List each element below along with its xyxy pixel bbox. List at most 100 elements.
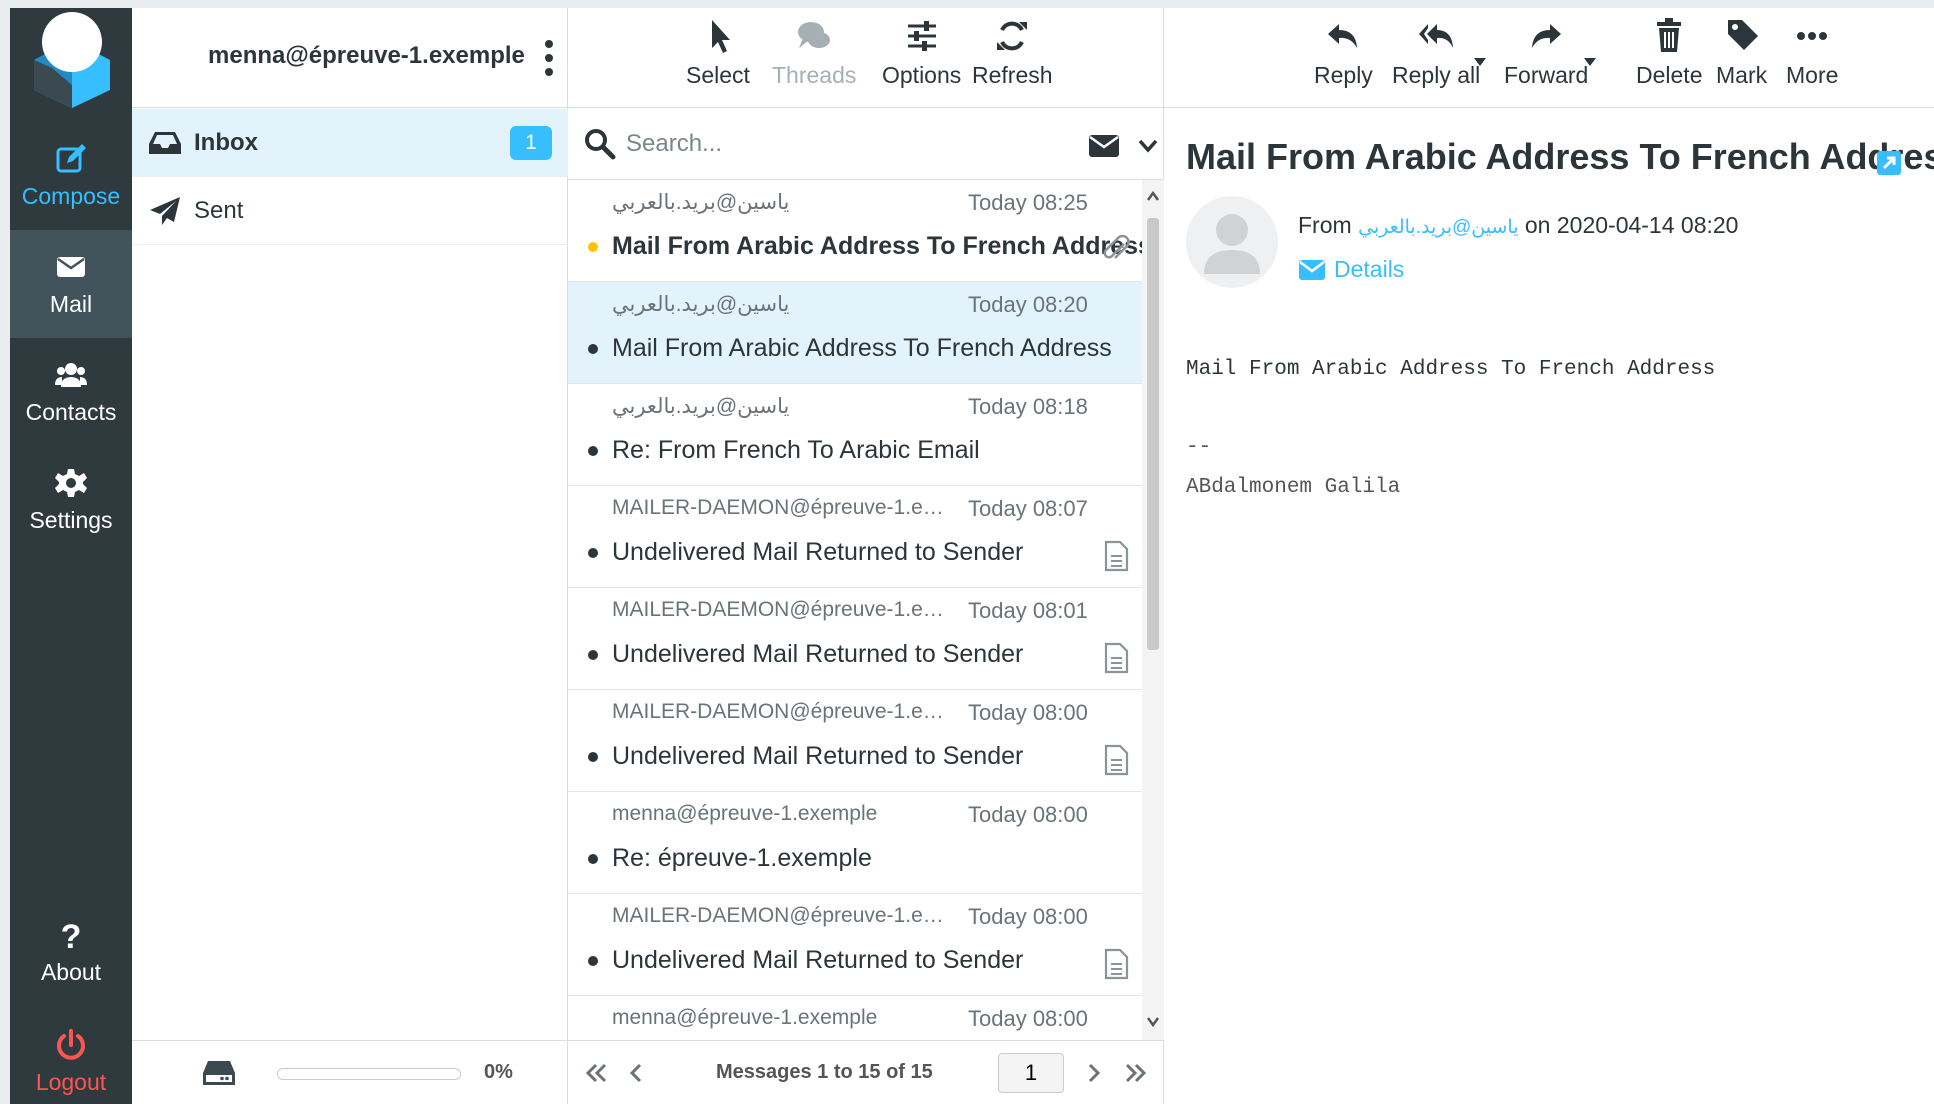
message-subject-heading: Mail From Arabic Address To French Addre… bbox=[1186, 136, 1934, 177]
paperclip-icon bbox=[1103, 234, 1130, 259]
nav-contacts[interactable]: Contacts bbox=[10, 338, 132, 446]
unread-count-badge: 1 bbox=[510, 126, 552, 160]
nav-compose-label: Compose bbox=[21, 182, 121, 209]
scroll-thumb[interactable] bbox=[1147, 218, 1159, 650]
message-subject: Undelivered Mail Returned to Sender bbox=[612, 742, 1024, 770]
inbox-icon bbox=[149, 131, 181, 154]
power-icon bbox=[57, 1028, 85, 1060]
message-subject: Undelivered Mail Returned to Sender bbox=[612, 946, 1024, 974]
message-count: Messages 1 to 15 of 15 bbox=[716, 1061, 933, 1083]
message-row[interactable]: menna@épreuve-1.exemple Today 08:00 bbox=[568, 996, 1142, 1040]
delete-button[interactable]: Delete bbox=[1636, 16, 1702, 102]
message-sender: MAILER-DAEMON@épreuve-1.exem… bbox=[612, 598, 952, 621]
forward-label: Forward bbox=[1504, 62, 1589, 88]
reply-all-button[interactable]: Reply all bbox=[1392, 16, 1480, 102]
folder-inbox[interactable]: Inbox 1 bbox=[132, 109, 568, 177]
nav-about[interactable]: ? About bbox=[10, 898, 132, 1006]
message-list: ياسين@بريد.بالعربي Today 08:25 Mail From… bbox=[568, 180, 1142, 1040]
last-page-icon[interactable] bbox=[1122, 1059, 1150, 1087]
message-date: Today 08:00 bbox=[968, 1006, 1088, 1031]
prev-page-icon[interactable] bbox=[622, 1059, 650, 1087]
message-row[interactable]: ياسين@بريد.بالعربي Today 08:25 Mail From… bbox=[568, 180, 1142, 282]
message-sender: MAILER-DAEMON@épreuve-1.exem… bbox=[612, 700, 952, 723]
forward-button[interactable]: Forward bbox=[1504, 16, 1588, 102]
paper-plane-icon bbox=[150, 196, 180, 225]
chevron-down-icon[interactable] bbox=[1138, 138, 1158, 154]
first-page-icon[interactable] bbox=[582, 1059, 610, 1087]
users-icon bbox=[55, 362, 87, 387]
search-icon bbox=[585, 129, 616, 160]
external-link-icon[interactable] bbox=[1876, 150, 1902, 176]
refresh-label: Refresh bbox=[972, 62, 1053, 88]
sender-avatar bbox=[1186, 196, 1278, 288]
message-row[interactable]: MAILER-DAEMON@épreuve-1.exem… Today 08:0… bbox=[568, 588, 1142, 690]
nav-settings[interactable]: Settings bbox=[10, 446, 132, 554]
reply-label: Reply bbox=[1314, 62, 1373, 88]
details-link[interactable]: Details bbox=[1298, 256, 1404, 283]
nav-compose[interactable]: Compose bbox=[10, 122, 132, 230]
envelope-icon bbox=[57, 256, 85, 277]
search-bar bbox=[568, 108, 1164, 180]
select-button[interactable]: Select bbox=[686, 16, 750, 102]
sender-address-link[interactable]: ياسين@بريد.بالعربي bbox=[1358, 217, 1518, 238]
next-page-icon[interactable] bbox=[1080, 1059, 1108, 1087]
threads-button[interactable]: Threads bbox=[772, 16, 856, 102]
question-icon: ? bbox=[61, 919, 82, 951]
reply-all-icon bbox=[1419, 24, 1454, 48]
read-dot bbox=[588, 548, 598, 558]
account-header: menna@épreuve-1.exemple bbox=[132, 8, 568, 108]
message-row[interactable]: ياسين@بريد.بالعربي Today 08:20 Mail From… bbox=[568, 282, 1142, 384]
message-date: Today 08:20 bbox=[968, 292, 1088, 317]
from-label: From bbox=[1298, 212, 1352, 238]
read-dot bbox=[588, 446, 598, 456]
document-icon bbox=[1104, 642, 1129, 674]
refresh-button[interactable]: Refresh bbox=[972, 16, 1053, 102]
folder-pane: menna@épreuve-1.exemple Inbox 1 Sent 0% bbox=[132, 8, 568, 1104]
unread-dot bbox=[588, 242, 598, 252]
folder-inbox-label: Inbox bbox=[194, 128, 258, 156]
folder-sent[interactable]: Sent bbox=[132, 177, 568, 245]
nav-mail[interactable]: Mail bbox=[10, 230, 132, 338]
page-number-input[interactable] bbox=[998, 1053, 1064, 1093]
mark-button[interactable]: Mark bbox=[1716, 16, 1767, 102]
message-row[interactable]: MAILER-DAEMON@épreuve-1.exem… Today 08:0… bbox=[568, 690, 1142, 792]
search-input[interactable] bbox=[626, 124, 1006, 164]
kebab-menu-icon[interactable] bbox=[544, 38, 554, 78]
main-nav: Compose Mail Contacts Settings ? About L… bbox=[10, 8, 132, 1104]
reply-button[interactable]: Reply bbox=[1314, 16, 1373, 102]
from-line: From ياسين@بريد.بالعربي on 2020-04-14 08… bbox=[1298, 212, 1738, 239]
message-row[interactable]: MAILER-DAEMON@épreuve-1.exem… Today 08:0… bbox=[568, 894, 1142, 996]
document-icon bbox=[1104, 948, 1129, 980]
list-scrollbar[interactable] bbox=[1142, 180, 1164, 1040]
reply-all-dropdown-icon[interactable] bbox=[1474, 58, 1486, 66]
message-body: Mail From Arabic Address To French Addre… bbox=[1186, 358, 1716, 381]
reply-all-label: Reply all bbox=[1392, 62, 1481, 88]
message-sender: MAILER-DAEMON@épreuve-1.exem… bbox=[612, 496, 952, 519]
message-list-pane: Select Threads Options Refresh Search...… bbox=[568, 8, 1164, 1104]
sent-date: on 2020-04-14 08:20 bbox=[1524, 212, 1739, 238]
forward-icon bbox=[1532, 24, 1562, 48]
read-dot bbox=[588, 854, 598, 864]
read-dot bbox=[588, 344, 598, 354]
message-row[interactable]: ياسين@بريد.بالعربي Today 08:18 Re: From … bbox=[568, 384, 1142, 486]
message-row[interactable]: MAILER-DAEMON@épreuve-1.exem… Today 08:0… bbox=[568, 486, 1142, 588]
nav-contacts-label: Contacts bbox=[25, 398, 117, 425]
scroll-down-icon[interactable] bbox=[1146, 1016, 1160, 1028]
message-date: Today 08:25 bbox=[968, 190, 1088, 215]
options-button[interactable]: Options bbox=[882, 16, 961, 102]
message-subject: Undelivered Mail Returned to Sender bbox=[612, 640, 1024, 668]
envelope-filter-icon[interactable] bbox=[1088, 134, 1120, 158]
scroll-up-icon[interactable] bbox=[1146, 190, 1160, 202]
nav-logout[interactable]: Logout bbox=[10, 1008, 132, 1104]
cursor-icon bbox=[711, 20, 730, 53]
more-button[interactable]: More bbox=[1786, 16, 1838, 102]
quota-percent: 0% bbox=[484, 1061, 513, 1083]
message-date: Today 08:07 bbox=[968, 496, 1088, 521]
comments-icon bbox=[798, 22, 831, 48]
message-sender: menna@épreuve-1.exemple bbox=[612, 802, 878, 825]
svg-text:?: ? bbox=[61, 919, 82, 951]
pagination: Messages 1 to 15 of 15 bbox=[568, 1040, 1164, 1104]
message-row[interactable]: menna@épreuve-1.exemple Today 08:00 Re: … bbox=[568, 792, 1142, 894]
app-window: Compose Mail Contacts Settings ? About L… bbox=[10, 8, 1934, 1104]
forward-dropdown-icon[interactable] bbox=[1584, 58, 1596, 66]
